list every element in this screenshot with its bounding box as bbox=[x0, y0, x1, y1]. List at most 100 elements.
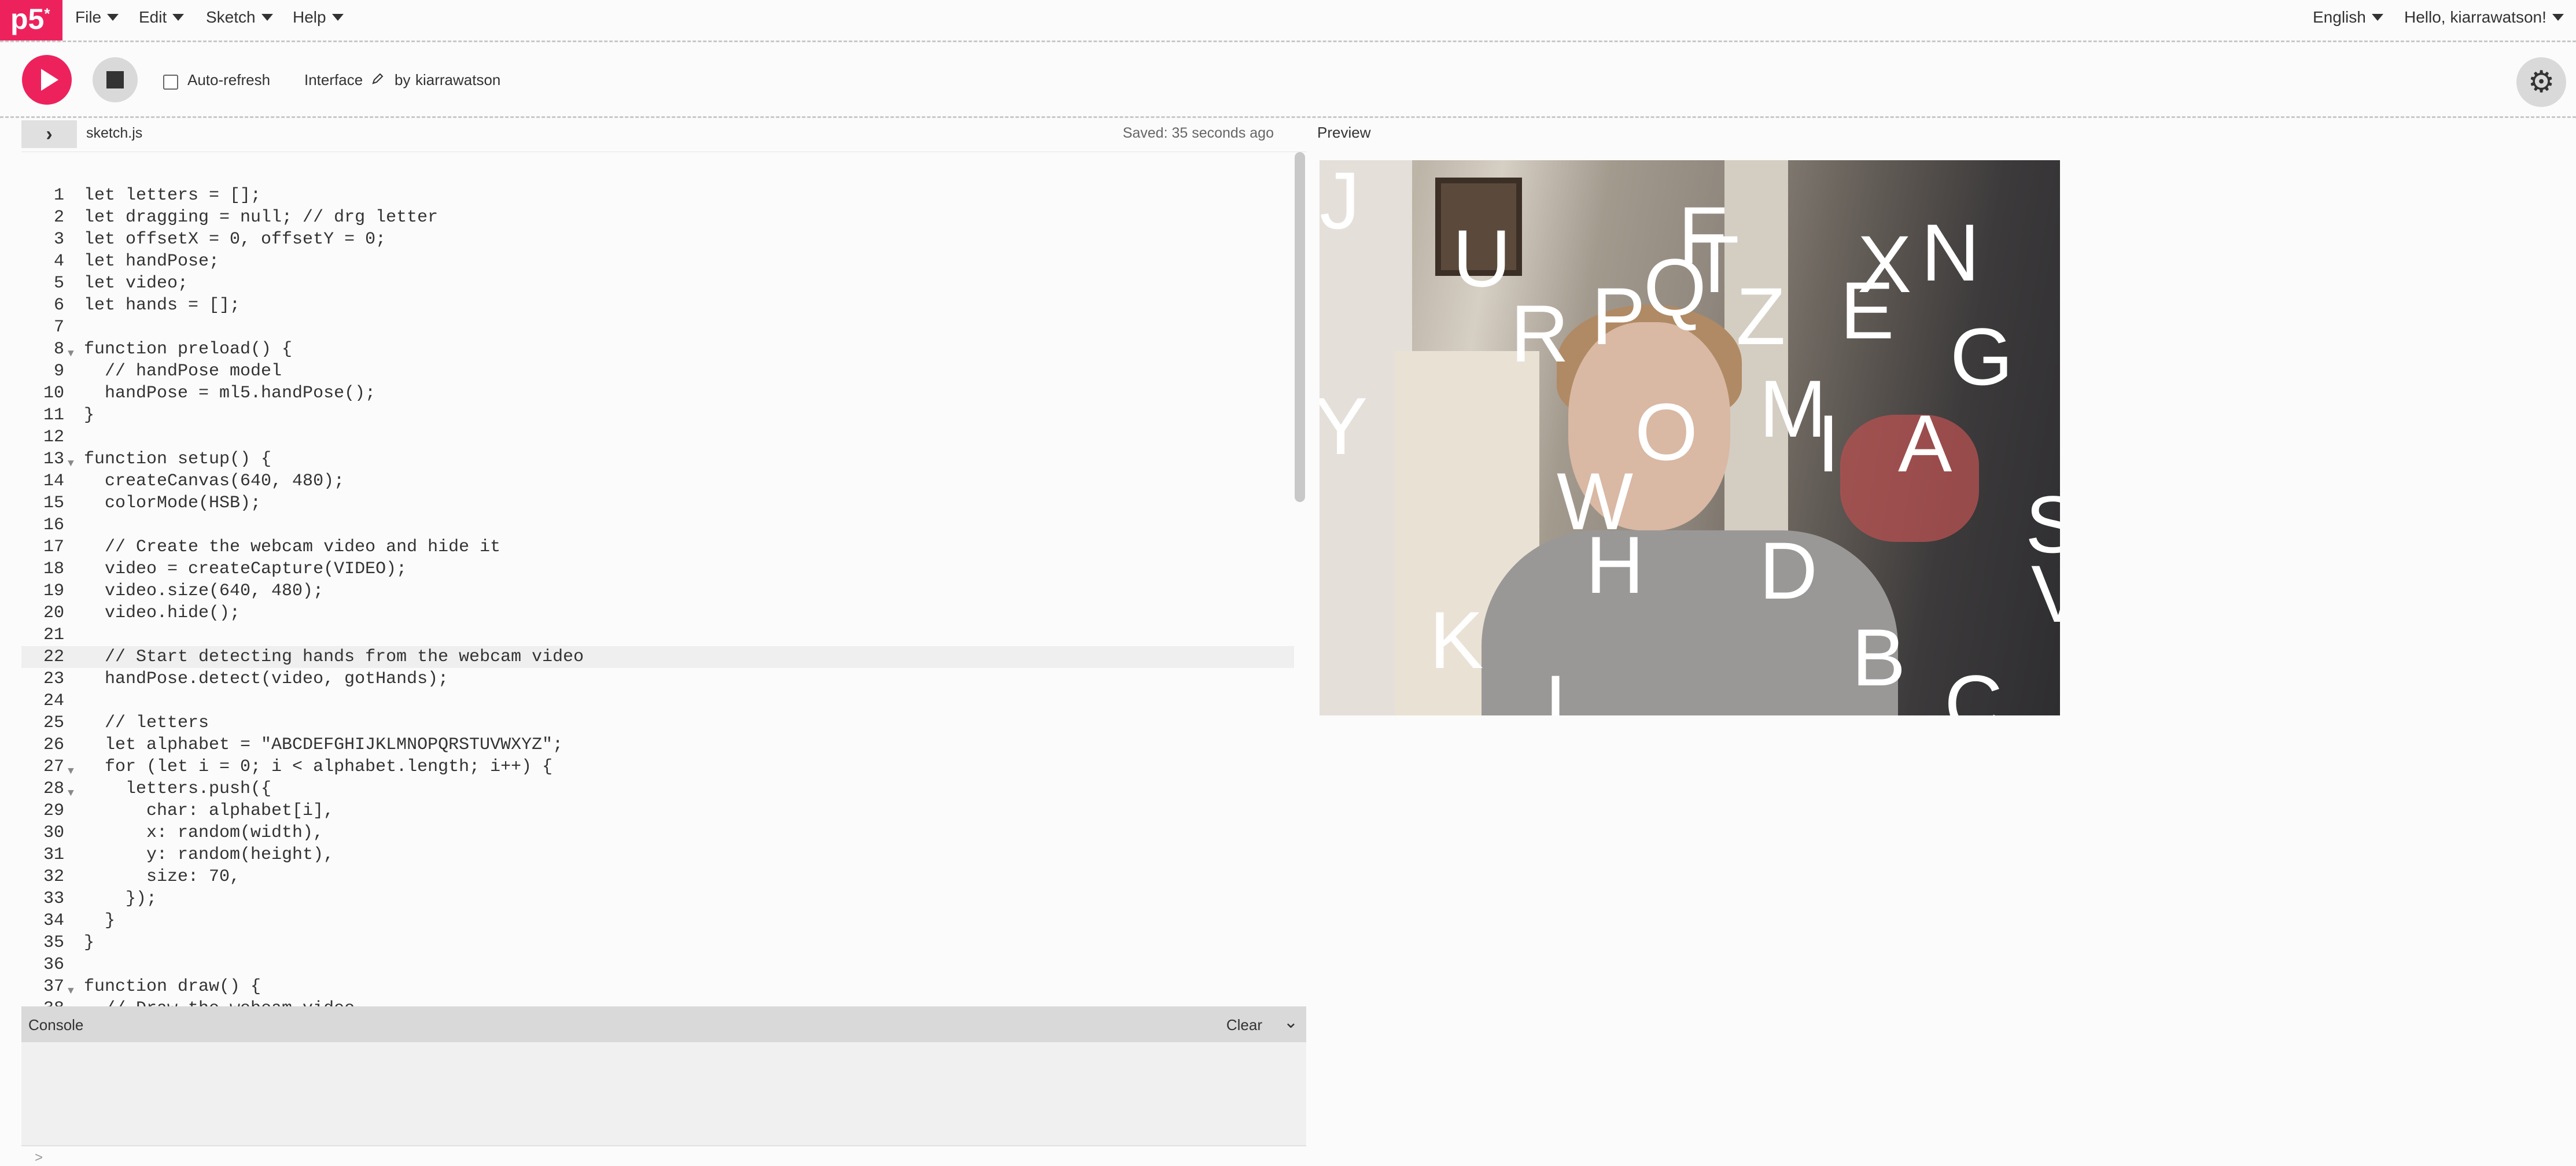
code-text: x: random(width), bbox=[84, 823, 324, 843]
code-line[interactable]: 29 char: alphabet[i], bbox=[21, 800, 1294, 822]
code-text: } bbox=[84, 933, 95, 953]
draggable-letter[interactable]: C bbox=[1944, 663, 2003, 716]
draggable-letter[interactable]: T bbox=[1690, 224, 1740, 305]
code-line[interactable]: 30 x: random(width), bbox=[21, 822, 1294, 844]
code-line[interactable]: 18 video = createCapture(VIDEO); bbox=[21, 558, 1294, 580]
code-line[interactable]: 34 } bbox=[21, 910, 1294, 932]
preview-canvas[interactable]: JUFQXNRPZEGMOAWSDHVKBLCYIT bbox=[1320, 160, 2060, 715]
draggable-letter[interactable]: H bbox=[1586, 525, 1644, 606]
code-line[interactable]: 32 size: 70, bbox=[21, 866, 1294, 888]
code-line[interactable]: 36 bbox=[21, 954, 1294, 976]
draggable-letter[interactable]: I bbox=[1817, 403, 1840, 484]
code-line[interactable]: 19 video.size(640, 480); bbox=[21, 580, 1294, 602]
code-line[interactable]: 31 y: random(height), bbox=[21, 844, 1294, 866]
code-line[interactable]: 27 ▼ for (let i = 0; i < alphabet.length;… bbox=[21, 756, 1294, 778]
draggable-letter[interactable]: K bbox=[1429, 600, 1483, 681]
pencil-icon[interactable] bbox=[371, 71, 384, 89]
chevron-right-icon[interactable]: › bbox=[21, 120, 77, 148]
code-line[interactable]: 1 let letters = []; bbox=[21, 185, 1294, 206]
draggable-letter[interactable]: R bbox=[1510, 293, 1569, 374]
code-line[interactable]: 38 // Draw the webcam video bbox=[21, 998, 1294, 1007]
code-line[interactable]: 10 handPose = ml5.handPose(); bbox=[21, 382, 1294, 404]
code-text: let letters = []; bbox=[84, 186, 261, 205]
draggable-letter[interactable]: E bbox=[1840, 270, 1894, 351]
draggable-letter[interactable]: Y bbox=[1320, 386, 1368, 467]
code-line[interactable]: 26 let alphabet = "ABCDEFGHIJKLMNOPQRSTU… bbox=[21, 734, 1294, 756]
toolbar: Auto-refresh Interface by kiarrawatson ⚙ bbox=[0, 42, 2576, 118]
code-line[interactable]: 16 bbox=[21, 514, 1294, 536]
code-line[interactable]: 35} bbox=[21, 932, 1294, 954]
code-line[interactable]: 33 }); bbox=[21, 888, 1294, 910]
menu-help[interactable]: Help bbox=[293, 8, 344, 27]
user-menu[interactable]: Hello, kiarrawatson! bbox=[2404, 8, 2564, 27]
draggable-letter[interactable]: J bbox=[1320, 160, 1360, 241]
console-output bbox=[21, 1042, 1306, 1146]
code-text: } bbox=[84, 911, 116, 931]
draggable-letter[interactable]: O bbox=[1635, 392, 1698, 473]
menu-file[interactable]: File bbox=[75, 8, 119, 27]
code-line[interactable]: 14 createCanvas(640, 480); bbox=[21, 470, 1294, 492]
code-line[interactable]: 12 bbox=[21, 426, 1294, 448]
p5-logo[interactable]: p5* bbox=[0, 0, 62, 40]
code-text: video.hide(); bbox=[84, 603, 241, 623]
code-line[interactable]: 37 ▼ function draw() { bbox=[21, 976, 1294, 998]
code-text: video.size(640, 480); bbox=[84, 581, 324, 601]
draggable-letter[interactable]: U bbox=[1453, 218, 1511, 299]
code-line[interactable]: 6 let hands = []; bbox=[21, 294, 1294, 316]
line-number: 22 bbox=[43, 647, 64, 667]
draggable-letter[interactable]: B bbox=[1852, 617, 1906, 698]
editor-scrollbar[interactable] bbox=[1295, 152, 1305, 502]
console-prompt[interactable]: > bbox=[35, 1150, 43, 1166]
code-editor[interactable]: 1 let letters = []; 2 let dragging = null; … bbox=[21, 152, 1306, 1007]
draggable-letter[interactable]: L bbox=[1545, 663, 1590, 716]
code-line[interactable]: 15 colorMode(HSB); bbox=[21, 492, 1294, 514]
line-number: 5 bbox=[53, 274, 64, 293]
code-line[interactable]: 21 bbox=[21, 624, 1294, 646]
chevron-down-icon[interactable]: ⌄ bbox=[1284, 1012, 1298, 1032]
code-text: // letters bbox=[84, 713, 209, 733]
draggable-letter[interactable]: A bbox=[1898, 403, 1952, 484]
code-line[interactable]: 17 // Create the webcam video and hide i… bbox=[21, 536, 1294, 558]
code-line[interactable]: 24 bbox=[21, 690, 1294, 712]
code-line[interactable]: 4 let handPose; bbox=[21, 250, 1294, 272]
code-line[interactable]: 23 handPose.detect(video, gotHands); bbox=[21, 668, 1294, 690]
draggable-letter[interactable]: V bbox=[2031, 554, 2060, 634]
stop-button[interactable] bbox=[93, 57, 138, 102]
code-line[interactable]: 9 // handPose model bbox=[21, 360, 1294, 382]
gear-icon[interactable]: ⚙ bbox=[2516, 57, 2566, 107]
author-link[interactable]: kiarrawatson bbox=[415, 71, 500, 89]
menu-edit[interactable]: Edit bbox=[139, 8, 185, 27]
code-line[interactable]: 25 // letters bbox=[21, 712, 1294, 734]
code-line[interactable]: 22 // Start detecting hands from the web… bbox=[21, 646, 1294, 668]
draggable-letter[interactable]: D bbox=[1759, 530, 1818, 611]
language-select[interactable]: English bbox=[2313, 8, 2383, 27]
code-line[interactable]: 13 ▼ function setup() { bbox=[21, 448, 1294, 470]
code-line[interactable]: 11} bbox=[21, 404, 1294, 426]
line-number: 30 bbox=[43, 823, 64, 843]
play-button[interactable] bbox=[22, 55, 72, 105]
code-line[interactable]: 8 ▼ function preload() { bbox=[21, 338, 1294, 360]
draggable-letter[interactable]: Z bbox=[1736, 276, 1786, 357]
code-text: let dragging = null; // drg letter bbox=[84, 208, 438, 227]
line-number: 29 bbox=[43, 801, 64, 821]
auto-refresh-checkbox[interactable] bbox=[163, 75, 178, 90]
code-line[interactable]: 7 bbox=[21, 316, 1294, 338]
draggable-letter[interactable]: G bbox=[1950, 316, 2013, 397]
code-text: // Create the webcam video and hide it bbox=[84, 537, 501, 557]
sketch-name[interactable]: Interface bbox=[304, 71, 363, 89]
code-text: let alphabet = "ABCDEFGHIJKLMNOPQRSTUVWX… bbox=[84, 735, 563, 755]
webcam-person bbox=[1482, 530, 1898, 715]
code-text: function preload() { bbox=[84, 340, 293, 359]
clear-console-button[interactable]: Clear bbox=[1226, 1016, 1262, 1034]
code-line[interactable]: 5 let video; bbox=[21, 272, 1294, 294]
draggable-letter[interactable]: P bbox=[1591, 276, 1645, 357]
code-line[interactable]: 28 ▼ letters.push({ bbox=[21, 778, 1294, 800]
draggable-letter[interactable]: N bbox=[1921, 212, 1980, 293]
code-line[interactable]: 2 let dragging = null; // drg letter bbox=[21, 206, 1294, 228]
code-line[interactable]: 3 let offsetX = 0, offsetY = 0; bbox=[21, 228, 1294, 250]
line-number: 17 bbox=[43, 537, 64, 557]
menu-sketch[interactable]: Sketch bbox=[206, 8, 273, 27]
code-text: colorMode(HSB); bbox=[84, 493, 261, 513]
code-text: handPose.detect(video, gotHands); bbox=[84, 669, 449, 689]
code-line[interactable]: 20 video.hide(); bbox=[21, 602, 1294, 624]
